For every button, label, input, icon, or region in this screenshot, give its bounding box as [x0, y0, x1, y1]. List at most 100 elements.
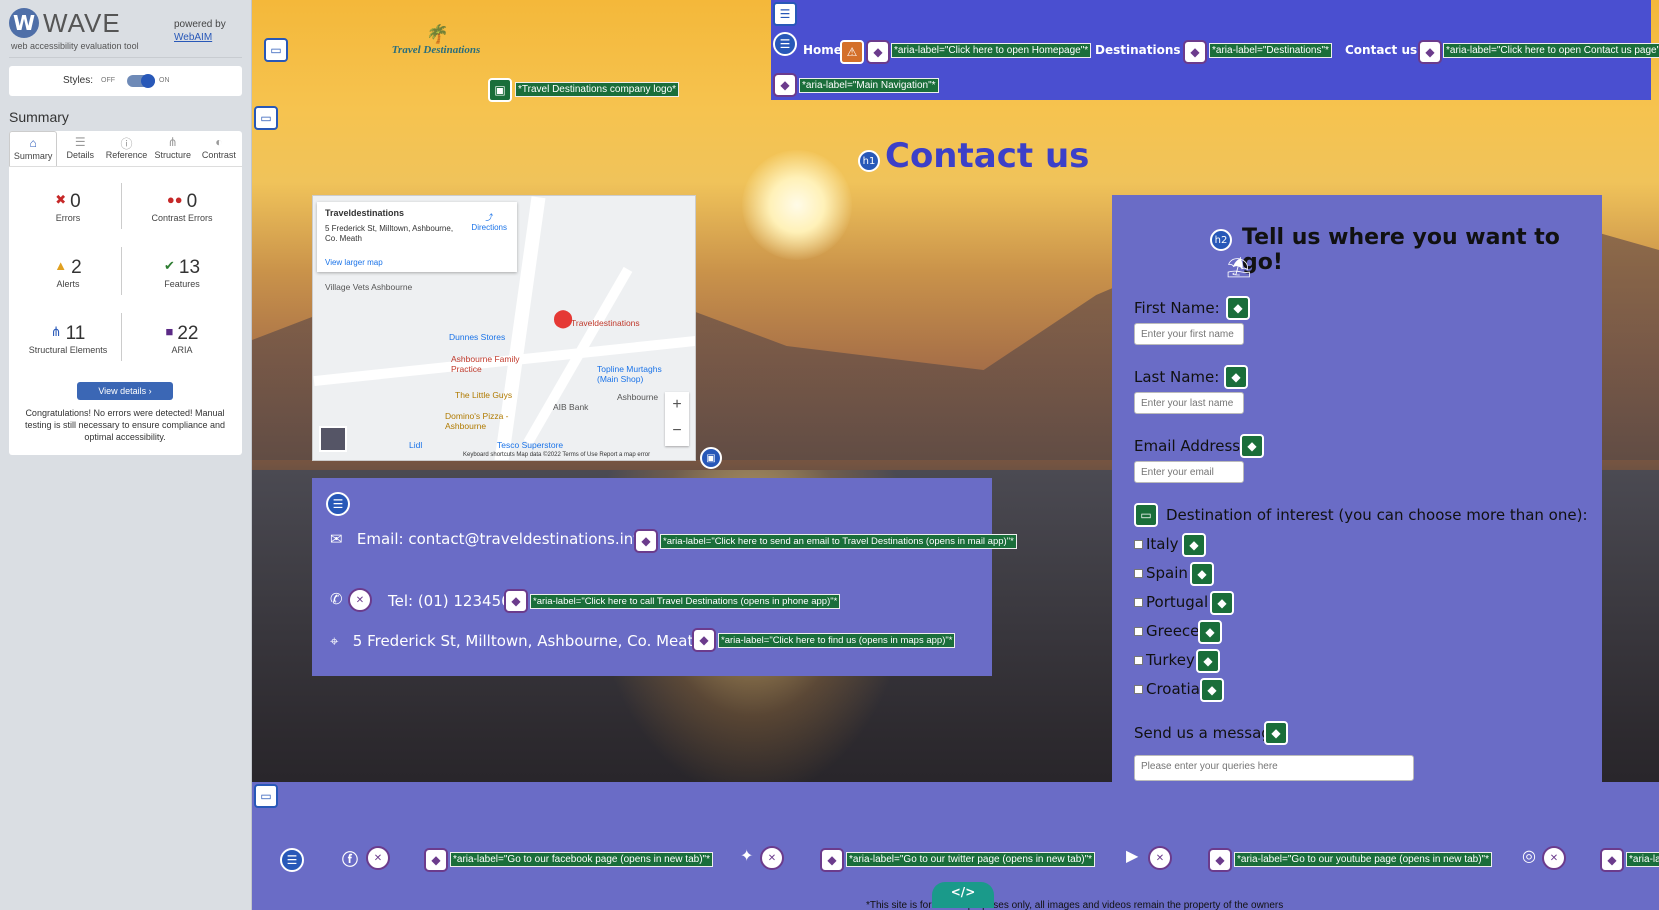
satellite-toggle[interactable] — [319, 426, 347, 452]
tab-label: Structure — [154, 150, 191, 160]
directions-link[interactable]: ⤴ Directions — [471, 212, 507, 232]
facebook-icon[interactable]: ⓕ — [342, 846, 358, 870]
main-navigation: ☰ ☰ Home ⚠ ◆ *aria-label="Click here to … — [771, 0, 1659, 100]
checkbox[interactable] — [1134, 597, 1143, 607]
list-icon[interactable]: ☰ — [280, 848, 304, 872]
fieldset-icon[interactable]: ▭ — [1134, 503, 1158, 527]
label-icon[interactable]: ◆ — [1198, 620, 1222, 644]
list-icon[interactable]: ☰ — [326, 492, 350, 516]
webaim-link[interactable]: WebAIM — [174, 32, 212, 43]
checkbox-greece[interactable]: Greece — [1134, 622, 1199, 640]
last-name-input[interactable] — [1134, 392, 1244, 414]
list-icon[interactable]: ☰ — [773, 2, 797, 26]
checkbox[interactable] — [1134, 684, 1143, 694]
checkbox-croatia[interactable]: Croatia — [1134, 680, 1200, 698]
checkbox-portugal[interactable]: Portugal — [1134, 593, 1208, 611]
empty-link-icon[interactable]: ✕ — [760, 846, 784, 870]
stat-errors[interactable]: ✖ 0 Errors — [13, 191, 123, 223]
list-icon: ☰ — [74, 135, 86, 149]
empty-link-icon[interactable]: ✕ — [348, 588, 372, 612]
aria-tag-icon[interactable]: ◆ — [773, 73, 797, 97]
view-larger-map-link[interactable]: View larger map — [325, 258, 383, 267]
first-name-input[interactable] — [1134, 323, 1244, 345]
label-icon[interactable]: ◆ — [1200, 678, 1224, 702]
styles-toggle[interactable] — [127, 74, 155, 88]
zoom-in-icon[interactable]: + — [665, 392, 689, 418]
tab-summary[interactable]: ⌂ Summary — [9, 131, 58, 166]
header-region-icon[interactable]: ▭ — [264, 38, 288, 62]
stat-features[interactable]: ✔ 13 Features — [127, 257, 237, 289]
label-icon[interactable]: ◆ — [1264, 721, 1288, 745]
address-link[interactable]: 5 Frederick St, Milltown, Ashbourne, Co.… — [353, 632, 703, 650]
stat-structural[interactable]: ⋔ 11 Structural Elements — [13, 323, 123, 355]
map-pin-icon[interactable]: ⬤ — [553, 308, 573, 329]
checkbox[interactable] — [1134, 655, 1143, 665]
embedded-map[interactable]: Traveldestinations 5 Frederick St, Millt… — [312, 195, 696, 461]
aria-tag-icon[interactable]: ◆ — [1418, 40, 1442, 64]
instagram-icon[interactable]: ◎ — [1522, 846, 1536, 865]
company-logo[interactable]: 🌴 Travel Destinations — [386, 24, 486, 64]
aria-tag-icon[interactable]: ◆ — [634, 529, 658, 553]
alt-text-icon[interactable]: ▣ — [488, 78, 512, 102]
h1-icon[interactable]: h1 — [858, 150, 880, 172]
aria-tag-icon[interactable]: ◆ — [866, 40, 890, 64]
stat-alerts[interactable]: ▲ 2 Alerts — [13, 257, 123, 289]
checkbox-spain[interactable]: Spain — [1134, 564, 1188, 582]
phone-text[interactable]: Tel: (01) 1234567 — [388, 592, 520, 610]
stat-value: 0 — [70, 191, 81, 212]
tab-contrast[interactable]: ◐ Contrast — [196, 131, 242, 166]
aria-tag-icon[interactable]: ◆ — [820, 848, 844, 872]
label-icon[interactable]: ◆ — [1240, 434, 1264, 458]
message-textarea[interactable] — [1134, 755, 1414, 781]
footer-note-end: purposes only, all images and videos rem… — [967, 900, 1284, 910]
aria-tag-icon[interactable]: ◆ — [1600, 848, 1624, 872]
label-icon[interactable]: ◆ — [1182, 533, 1206, 557]
footer-region-icon[interactable]: ▭ — [254, 784, 278, 808]
twitter-icon[interactable]: ✦ — [740, 846, 753, 865]
tab-reference[interactable]: ⓘ Reference — [103, 131, 149, 166]
checkbox-italy[interactable]: Italy — [1134, 535, 1179, 553]
main-region-icon[interactable]: ▭ — [254, 106, 278, 130]
aria-tag-icon[interactable]: ◆ — [1208, 848, 1232, 872]
map-label: Lidl — [409, 440, 423, 450]
label-icon[interactable]: ◆ — [1210, 591, 1234, 615]
email-link[interactable]: Email: contact@traveldestinations.info — [357, 530, 648, 548]
aria-tag-icon[interactable]: ◆ — [1183, 40, 1207, 64]
stat-aria[interactable]: ■ 22 ARIA — [127, 323, 237, 355]
checkbox-label: Croatia — [1146, 680, 1200, 698]
view-details-button[interactable]: View details › — [77, 382, 173, 400]
empty-link-icon[interactable]: ✕ — [366, 846, 390, 870]
map-zoom-controls[interactable]: + − — [665, 392, 689, 446]
label-icon[interactable]: ◆ — [1224, 365, 1248, 389]
empty-link-icon[interactable]: ✕ — [1148, 846, 1172, 870]
iframe-icon[interactable]: ▣ — [700, 447, 722, 469]
tab-details[interactable]: ☰ Details — [57, 131, 103, 166]
stat-contrast-errors[interactable]: ●● 0 Contrast Errors — [127, 191, 237, 223]
redundant-link-icon[interactable]: ⚠ — [840, 40, 864, 64]
youtube-icon[interactable]: ▶ — [1126, 846, 1138, 865]
tab-structure[interactable]: ⋔ Structure — [150, 131, 196, 166]
contrast-icon: ◐ — [215, 135, 223, 149]
empty-link-icon[interactable]: ✕ — [1542, 846, 1566, 870]
directions-icon: ⤴ — [485, 213, 494, 222]
checkbox[interactable] — [1134, 626, 1143, 636]
checkbox-turkey[interactable]: Turkey — [1134, 651, 1195, 669]
nav-home-link[interactable]: Home — [803, 43, 842, 57]
zoom-out-icon[interactable]: − — [665, 418, 689, 444]
nav-destinations-link[interactable]: Destinations — [1095, 43, 1181, 57]
label-icon[interactable]: ◆ — [1190, 562, 1214, 586]
nav-contact-link[interactable]: Contact us — [1345, 43, 1417, 57]
email-input[interactable] — [1134, 461, 1244, 483]
aria-tag-icon[interactable]: ◆ — [692, 628, 716, 652]
label-icon[interactable]: ◆ — [1226, 296, 1250, 320]
h2-icon[interactable]: h2 — [1210, 229, 1232, 251]
aria-tag-icon[interactable]: ◆ — [504, 589, 528, 613]
home-icon: ⌂ — [29, 136, 37, 150]
checkbox[interactable] — [1134, 539, 1143, 549]
stat-value: 22 — [177, 323, 199, 344]
nav-list-icon[interactable]: ☰ — [773, 32, 797, 56]
code-toggle-button[interactable]: </> — [932, 882, 994, 908]
aria-tag-icon[interactable]: ◆ — [424, 848, 448, 872]
checkbox[interactable] — [1134, 568, 1143, 578]
label-icon[interactable]: ◆ — [1196, 649, 1220, 673]
